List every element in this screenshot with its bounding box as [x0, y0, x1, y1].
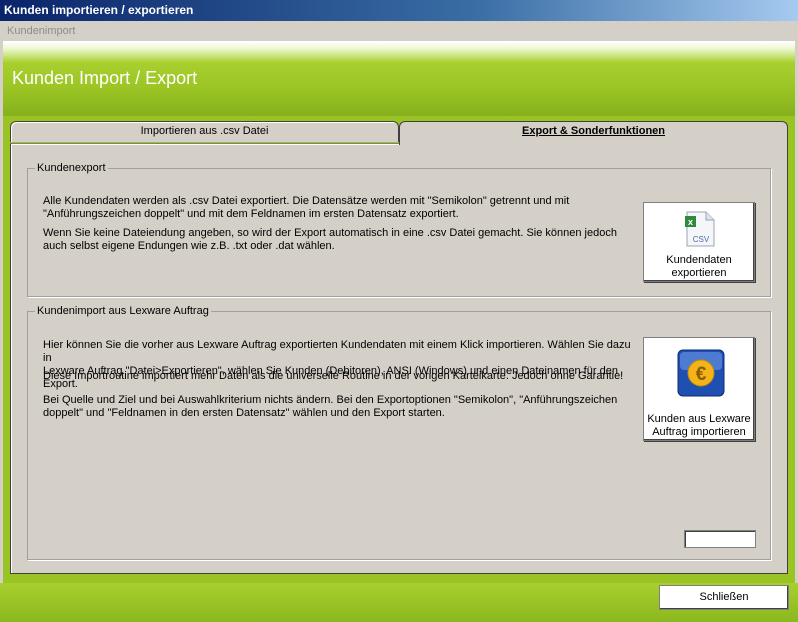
csv-file-icon: x CSV	[685, 211, 715, 247]
window-titlebar: Kunden importieren / exportieren	[0, 0, 798, 21]
import-warning: Diese Importroutine importiert mehr Date…	[43, 370, 633, 383]
import-description: Hier können Sie die vorher aus Lexware A…	[43, 339, 633, 391]
export-group-title: Kundenexport	[35, 162, 108, 174]
export-text-line: "Anführungszeichen doppelt" und mit dem …	[43, 208, 459, 220]
import-text-line: Hier können Sie die vorher aus Lexware A…	[43, 339, 631, 364]
svg-text:€: €	[696, 364, 707, 385]
import-text-line: Diese Importroutine importiert mehr Date…	[43, 370, 624, 382]
menu-item-kundenimport[interactable]: Kundenimport	[7, 25, 76, 37]
page-title: Kunden Import / Export	[12, 68, 198, 88]
import-button-label-line2: Auftrag importieren	[652, 426, 746, 438]
export-text-line: auch selbst eigene Endungen wie z.B. .tx…	[43, 240, 335, 252]
header-banner: Kunden Import / Export	[3, 41, 795, 116]
close-button[interactable]: Schließen	[659, 585, 789, 610]
tab-import-csv[interactable]: Importieren aus .csv Datei	[10, 121, 399, 142]
lexware-euro-icon: €	[677, 349, 725, 397]
tab-import-csv-label: Importieren aus .csv Datei	[140, 125, 269, 137]
svg-text:x: x	[688, 217, 693, 227]
menubar: Kundenimport	[0, 21, 798, 41]
export-text-line: Alle Kundendaten werden als .csv Datei e…	[43, 195, 570, 207]
export-customers-button[interactable]: x CSV Kundendaten exportieren	[643, 202, 755, 282]
import-text-line: Bei Quelle und Ziel und bei Auswahlkrite…	[43, 394, 618, 406]
export-group: Kundenexport Alle Kundendaten werden als…	[27, 162, 771, 297]
export-button-label-line1: Kundendaten	[666, 254, 732, 266]
export-description: Alle Kundendaten werden als .csv Datei e…	[43, 195, 623, 221]
import-button-label-line1: Kunden aus Lexware	[647, 413, 751, 425]
import-lexware-button[interactable]: € Kunden aus Lexware Auftrag importieren	[643, 337, 755, 441]
svg-text:CSV: CSV	[693, 235, 710, 244]
export-button-label-line2: exportieren	[671, 267, 727, 279]
window-title: Kunden importieren / exportieren	[4, 3, 194, 17]
status-field[interactable]	[684, 530, 756, 548]
import-group: Kundenimport aus Lexware Auftrag Hier kö…	[27, 305, 771, 560]
tab-export-special[interactable]: Export & Sonderfunktionen	[399, 121, 788, 145]
import-instructions: Bei Quelle und Ziel und bei Auswahlkrite…	[43, 394, 633, 420]
export-extension-note: Wenn Sie keine Dateiendung angeben, so w…	[43, 227, 623, 253]
export-text-line: Wenn Sie keine Dateiendung angeben, so w…	[43, 227, 617, 239]
tab-panel: Kundenexport Alle Kundendaten werden als…	[10, 143, 788, 574]
import-group-title: Kundenimport aus Lexware Auftrag	[35, 305, 211, 317]
import-text-line: doppelt" und "Feldnamen in den ersten Da…	[43, 407, 445, 419]
tab-export-special-label: Export & Sonderfunktionen	[522, 125, 665, 137]
